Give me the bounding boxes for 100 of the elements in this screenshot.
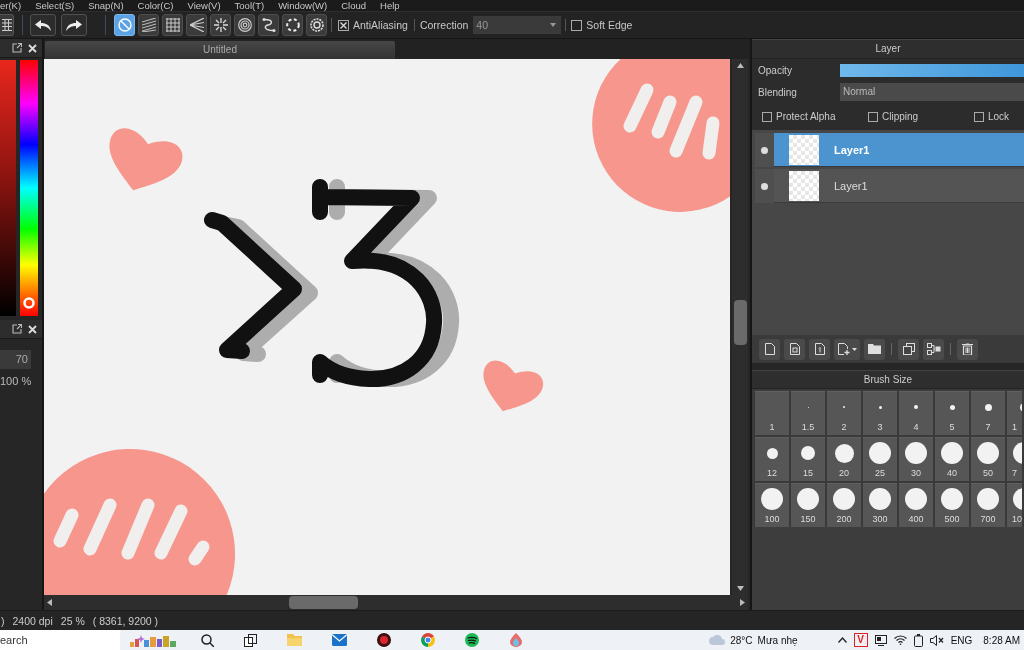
chevron-up-icon[interactable]	[837, 637, 847, 643]
monitor-icon[interactable]	[874, 634, 887, 646]
grid-icon	[1, 19, 12, 31]
menu-item[interactable]: Color(C)	[137, 0, 174, 11]
tray-app-badge[interactable]: V	[853, 633, 868, 647]
brush-size-button[interactable]: 700	[971, 483, 1005, 527]
hue-slider[interactable]	[20, 60, 38, 316]
brush-size-button[interactable]: 12	[755, 437, 789, 481]
snap-mode-button[interactable]	[138, 14, 159, 36]
grid-tool-button[interactable]	[0, 14, 14, 36]
brush-size-button[interactable]: 2	[827, 391, 861, 435]
clock-text[interactable]: 8:28 AM	[983, 634, 1020, 646]
brush-size-button[interactable]: 25	[863, 437, 897, 481]
hue-slider-thumb[interactable]	[23, 297, 35, 310]
snap-mode-button[interactable]	[162, 14, 183, 36]
redo-button[interactable]	[61, 14, 87, 36]
wifi-icon[interactable]	[893, 635, 907, 645]
brush-size-button[interactable]: 1.5	[791, 391, 825, 435]
brush-size-button[interactable]: 7	[971, 391, 1005, 435]
layer-tool-button[interactable]	[759, 338, 780, 360]
checkbox[interactable]	[974, 111, 984, 122]
menu-item[interactable]: Cloud	[341, 0, 367, 11]
checkbox[interactable]	[868, 111, 878, 122]
menu-item[interactable]: Tool(T)	[234, 0, 265, 11]
brush-size-button[interactable]: 7	[1007, 437, 1022, 481]
brush-size-button[interactable]: 100	[755, 483, 789, 527]
segmented-circle-icon[interactable]	[421, 633, 435, 647]
scrollbar-thumb[interactable]	[289, 596, 358, 609]
overlapping-squares-icon[interactable]	[244, 633, 257, 647]
checkbox[interactable]	[762, 111, 772, 122]
horizontal-scrollbar[interactable]	[44, 595, 748, 610]
saturation-picker[interactable]	[0, 60, 16, 316]
layer-tool-button[interactable]	[834, 338, 860, 360]
arrow-left-icon[interactable]	[47, 599, 52, 606]
layer-tool-button[interactable]	[809, 338, 830, 360]
snap-mode-button[interactable]	[210, 14, 231, 36]
search-field[interactable]: earch	[0, 630, 120, 650]
value-field[interactable]: 70	[0, 350, 31, 369]
drop-app-icon[interactable]	[509, 633, 523, 647]
snap-mode-button[interactable]	[114, 14, 135, 36]
brush-size-button[interactable]: 300	[863, 483, 897, 527]
round-app-icon[interactable]	[377, 633, 391, 647]
menu-item[interactable]: Select(S)	[35, 0, 75, 11]
envelope-icon[interactable]	[332, 634, 347, 646]
undo-button[interactable]	[30, 14, 56, 36]
visibility-toggle[interactable]	[755, 133, 774, 167]
buildings-icon[interactable]	[130, 633, 176, 647]
document-tab[interactable]: Untitled	[45, 41, 395, 59]
layer-tool-button[interactable]	[898, 338, 919, 360]
arrow-up-icon[interactable]	[736, 63, 744, 68]
brush-size-button[interactable]: 20	[827, 437, 861, 481]
menu-item[interactable]: er(K)	[0, 0, 22, 11]
brush-size-button[interactable]: 50	[971, 437, 1005, 481]
brush-size-button[interactable]: 3	[863, 391, 897, 435]
layer-item[interactable]: Layer1	[774, 133, 1024, 167]
brush-size-button[interactable]: 10	[1007, 483, 1022, 527]
language-indicator[interactable]: ENG	[950, 634, 973, 646]
brush-size-button[interactable]: 30	[899, 437, 933, 481]
checkbox[interactable]	[338, 19, 349, 31]
brush-size-button[interactable]: 4	[899, 391, 933, 435]
brush-size-button[interactable]: 400	[899, 483, 933, 527]
speaker-muted-icon[interactable]	[929, 634, 944, 646]
brush-size-button[interactable]: 150	[791, 483, 825, 527]
snap-mode-button[interactable]	[258, 14, 279, 36]
correction-dropdown[interactable]: 40	[473, 16, 562, 34]
brush-size-button[interactable]: 5	[935, 391, 969, 435]
layer-item[interactable]: Layer1	[774, 169, 1024, 203]
brush-size-button[interactable]: 15	[791, 437, 825, 481]
brush-size-button[interactable]: 1	[755, 391, 789, 435]
close-icon[interactable]	[28, 43, 37, 53]
opacity-slider[interactable]	[840, 63, 1024, 77]
brush-size-button[interactable]: 200	[827, 483, 861, 527]
blending-dropdown[interactable]: Normal	[840, 83, 1024, 101]
layer-tool-button[interactable]	[923, 338, 944, 360]
visibility-toggle[interactable]	[755, 169, 774, 203]
layer-tool-button[interactable]	[957, 338, 978, 360]
search-icon[interactable]	[201, 633, 214, 647]
scrollbar-thumb[interactable]	[733, 300, 747, 345]
brush-size-button[interactable]: 1	[1007, 391, 1022, 435]
menu-item[interactable]: Snap(N)	[88, 0, 124, 11]
vertical-scrollbar[interactable]	[732, 59, 748, 595]
brush-size-button[interactable]: 40	[935, 437, 969, 481]
menu-item[interactable]: Help	[380, 0, 400, 11]
layer-tool-button[interactable]	[864, 338, 885, 360]
snap-mode-button[interactable]	[186, 14, 207, 36]
menu-item[interactable]: Window(W)	[278, 0, 328, 11]
popout-icon[interactable]	[12, 43, 22, 53]
layer-tool-button[interactable]	[784, 338, 805, 360]
close-icon[interactable]	[28, 324, 37, 334]
arrow-down-icon[interactable]	[736, 586, 744, 591]
snap-mode-button[interactable]	[282, 14, 303, 36]
checkbox[interactable]	[571, 19, 583, 31]
sound-waves-circle-icon[interactable]	[465, 633, 479, 647]
brush-size-button[interactable]: 500	[935, 483, 969, 527]
snap-mode-button[interactable]	[306, 14, 327, 36]
battery-icon[interactable]	[913, 633, 923, 647]
snap-mode-button[interactable]	[234, 14, 255, 36]
arrow-right-icon[interactable]	[740, 599, 745, 606]
menu-item[interactable]: View(V)	[187, 0, 221, 11]
popout-icon[interactable]	[12, 324, 22, 334]
